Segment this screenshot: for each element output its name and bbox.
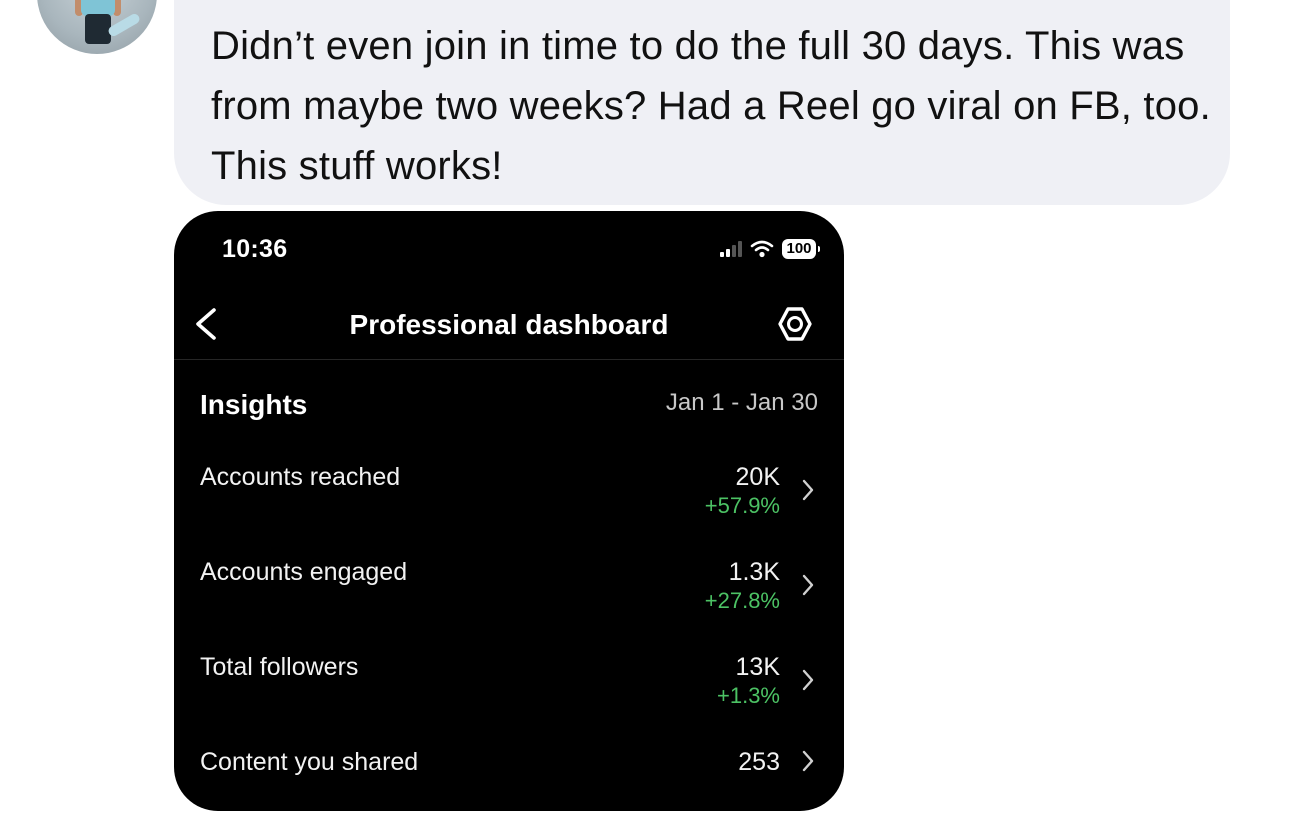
- insight-label: Content you shared: [200, 748, 419, 776]
- attached-screenshot[interactable]: 10:36 100 Professional dashboard Insight…: [174, 211, 844, 811]
- message-text: Didn’t even join in time to do the full …: [211, 24, 1211, 188]
- settings-gear-icon[interactable]: [776, 305, 814, 343]
- signal-icon: [720, 241, 742, 257]
- chat-page: Didn’t even join in time to do the full …: [0, 0, 1290, 822]
- wifi-icon: [750, 240, 774, 258]
- insight-row-total-followers[interactable]: Total followers 13K +1.3%: [174, 653, 844, 723]
- insight-row-accounts-reached[interactable]: Accounts reached 20K +57.9%: [174, 463, 844, 533]
- insights-title: Insights: [200, 389, 308, 420]
- insight-value: 1.3K: [728, 558, 780, 586]
- insight-change: +1.3%: [717, 683, 780, 708]
- insight-change: +57.9%: [704, 493, 780, 518]
- chevron-right-icon: [802, 750, 814, 772]
- chevron-right-icon: [802, 574, 814, 596]
- chevron-right-icon: [802, 669, 814, 691]
- nav-bar: Professional dashboard: [174, 289, 844, 360]
- insight-row-accounts-engaged[interactable]: Accounts engaged 1.3K +27.8%: [174, 558, 844, 628]
- insight-row-content-shared[interactable]: Content you shared 253: [174, 748, 844, 811]
- status-icons: 100: [720, 239, 820, 259]
- insight-label: Accounts reached: [200, 463, 401, 491]
- date-range[interactable]: Jan 1 - Jan 30: [666, 389, 818, 417]
- battery-icon: 100: [782, 239, 820, 259]
- page-title: Professional dashboard: [349, 309, 669, 340]
- chevron-right-icon: [802, 479, 814, 501]
- avatar[interactable]: [37, 0, 157, 54]
- insight-value: 253: [738, 748, 780, 776]
- insight-value: 13K: [735, 653, 780, 681]
- insight-value: 20K: [735, 463, 780, 491]
- insight-label: Accounts engaged: [200, 558, 408, 586]
- insight-label: Total followers: [200, 653, 359, 681]
- status-time: 10:36: [222, 235, 288, 263]
- insight-change: +27.8%: [704, 588, 780, 613]
